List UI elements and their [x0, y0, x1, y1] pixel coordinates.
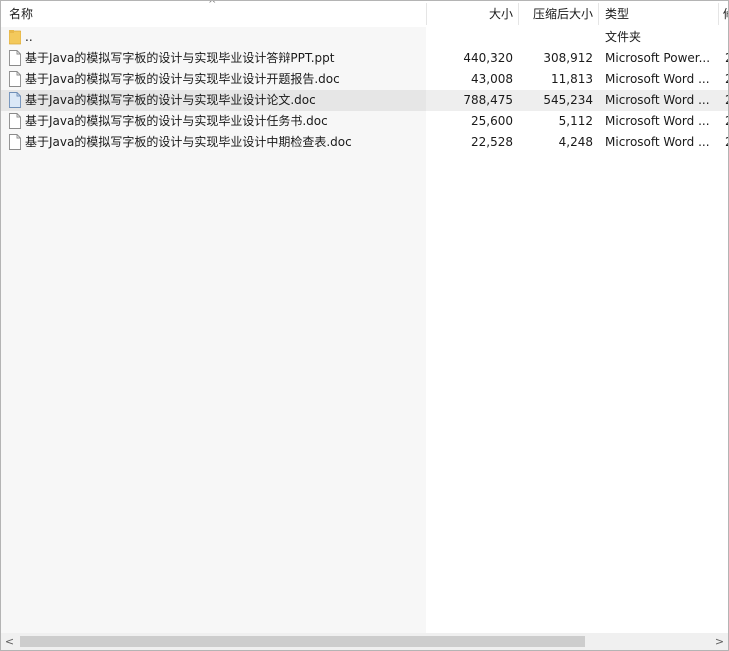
file-compressed-size: 4,248	[558, 135, 593, 149]
file-modified: 2	[725, 69, 728, 90]
file-compressed-size: 11,813	[551, 72, 593, 86]
file-type: Microsoft Word ...	[605, 93, 710, 107]
column-header-compressed-size[interactable]: 压缩后大小	[519, 1, 593, 27]
file-icon	[9, 134, 21, 150]
list-item[interactable]: 基于Java的模拟写字板的设计与实现毕业设计中期检查表.doc 22,528 4…	[1, 132, 728, 153]
column-name-label: 名称	[9, 7, 34, 21]
file-type: Microsoft Word ...	[605, 135, 710, 149]
scroll-right-button[interactable]: >	[711, 633, 728, 650]
file-size: 25,600	[471, 114, 513, 128]
file-name: 基于Java的模拟写字板的设计与实现毕业设计开题报告.doc	[25, 72, 340, 86]
file-compressed-size: 545,234	[543, 93, 593, 107]
list-item-parent-folder[interactable]: .. 文件夹	[1, 27, 728, 48]
file-size: 43,008	[471, 72, 513, 86]
column-modified-label: 修	[723, 7, 728, 21]
file-compressed-size: 308,912	[543, 51, 593, 65]
file-type: 文件夹	[605, 30, 642, 44]
horizontal-scrollbar[interactable]: < >	[1, 633, 728, 650]
column-header: 名称 ^ 大小 压缩后大小 类型 修	[1, 1, 728, 27]
scroll-left-button[interactable]: <	[1, 633, 18, 650]
file-name: 基于Java的模拟写字板的设计与实现毕业设计论文.doc	[25, 93, 316, 107]
file-size	[427, 27, 513, 48]
file-modified: 2	[725, 90, 728, 111]
column-header-modified[interactable]: 修	[723, 1, 728, 27]
file-compressed-size	[519, 27, 593, 48]
file-icon	[9, 71, 21, 87]
column-divider[interactable]	[718, 3, 719, 25]
file-modified	[725, 27, 728, 48]
column-compressed-label: 压缩后大小	[532, 7, 593, 21]
list-item[interactable]: 基于Java的模拟写字板的设计与实现毕业设计答辩PPT.ppt 440,320 …	[1, 48, 728, 69]
folder-icon	[9, 30, 21, 45]
file-icon	[9, 50, 21, 66]
file-type: Microsoft Power...	[605, 51, 711, 65]
column-type-label: 类型	[605, 7, 630, 21]
file-compressed-size: 5,112	[558, 114, 593, 128]
file-icon	[9, 92, 21, 108]
chevron-right-icon: >	[714, 635, 725, 648]
file-name: 基于Java的模拟写字板的设计与实现毕业设计任务书.doc	[25, 114, 328, 128]
file-size: 440,320	[463, 51, 513, 65]
file-modified: 2	[725, 132, 728, 153]
column-size-label: 大小	[488, 7, 513, 21]
sort-ascending-icon: ^	[208, 1, 217, 10]
file-modified: 2	[725, 111, 728, 132]
file-modified: 2	[725, 48, 728, 69]
list-item[interactable]: 基于Java的模拟写字板的设计与实现毕业设计任务书.doc 25,600 5,1…	[1, 111, 728, 132]
column-header-size[interactable]: 大小	[427, 1, 513, 27]
archive-file-list-window: 名称 ^ 大小 压缩后大小 类型 修 ..	[0, 0, 729, 651]
file-name: 基于Java的模拟写字板的设计与实现毕业设计中期检查表.doc	[25, 135, 352, 149]
file-name: ..	[25, 30, 33, 44]
file-type: Microsoft Word ...	[605, 114, 710, 128]
file-icon	[9, 113, 21, 129]
file-size: 22,528	[471, 135, 513, 149]
file-size: 788,475	[463, 93, 513, 107]
scrollbar-thumb[interactable]	[20, 636, 585, 647]
list-item-selected[interactable]: 基于Java的模拟写字板的设计与实现毕业设计论文.doc 788,475 545…	[1, 90, 728, 111]
file-list: .. 文件夹 基于Java的模拟写字板的设计与实现毕业设计答辩PPT.ppt 4…	[1, 27, 728, 633]
file-type: Microsoft Word ...	[605, 72, 710, 86]
list-item[interactable]: 基于Java的模拟写字板的设计与实现毕业设计开题报告.doc 43,008 11…	[1, 69, 728, 90]
column-divider[interactable]	[598, 3, 599, 25]
chevron-left-icon: <	[4, 635, 15, 648]
file-name: 基于Java的模拟写字板的设计与实现毕业设计答辩PPT.ppt	[25, 51, 335, 65]
column-header-name[interactable]: 名称 ^	[1, 1, 426, 27]
column-header-type[interactable]: 类型	[605, 1, 715, 27]
